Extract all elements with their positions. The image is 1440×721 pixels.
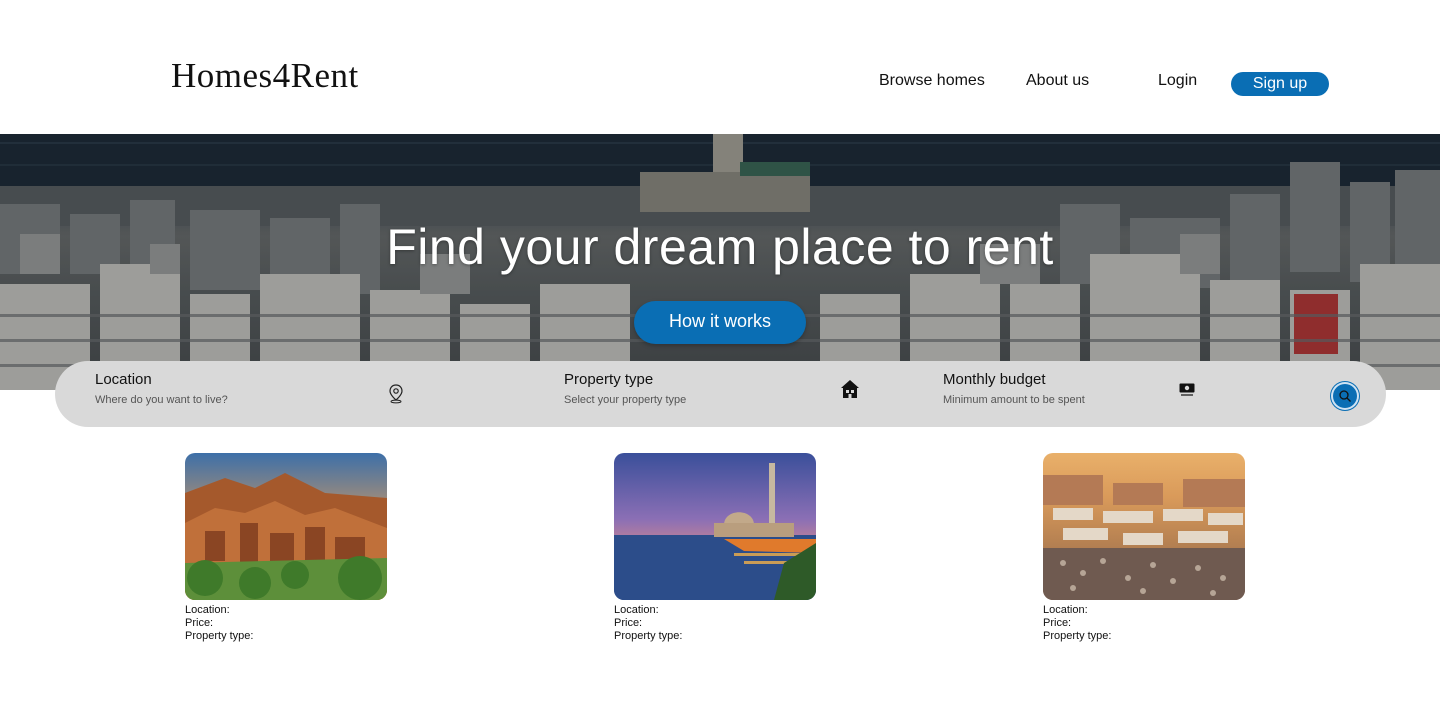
house-icon — [841, 380, 859, 398]
map-pin-icon — [389, 384, 403, 404]
location-field-placeholder[interactable]: Where do you want to live? — [95, 394, 228, 406]
listing-price-label: Price: — [614, 617, 643, 629]
nav-login[interactable]: Login — [1158, 72, 1197, 90]
listing-location-label: Location: — [1043, 604, 1088, 616]
listing-card[interactable]: Location: Price: Property type: — [1043, 453, 1245, 643]
listing-type-label: Property type: — [614, 630, 683, 642]
search-icon — [1339, 390, 1351, 402]
hero-title: Find your dream place to rent — [386, 219, 1054, 275]
listing-location-label: Location: — [185, 604, 230, 616]
nav-about-us[interactable]: About us — [1026, 72, 1089, 90]
signup-button[interactable]: Sign up — [1231, 72, 1329, 96]
listing-card[interactable]: Location: Price: Property type: — [185, 453, 387, 643]
listing-type-label: Property type: — [185, 630, 254, 642]
listing-image-kasbah[interactable] — [185, 453, 387, 600]
listing-card[interactable]: Location: Price: Property type: — [614, 453, 816, 643]
property-type-field-placeholder[interactable]: Select your property type — [564, 394, 686, 406]
location-field-label[interactable]: Location — [95, 371, 152, 388]
money-icon — [1179, 383, 1195, 396]
property-type-field-label[interactable]: Property type — [564, 371, 653, 388]
search-bar: Location Where do you want to live? Prop… — [55, 361, 1386, 427]
budget-field-label[interactable]: Monthly budget — [943, 371, 1046, 388]
how-it-works-button[interactable]: How it works — [634, 301, 806, 344]
listing-type-label: Property type: — [1043, 630, 1112, 642]
listing-price-label: Price: — [185, 617, 214, 629]
listing-price-label: Price: — [1043, 617, 1072, 629]
listing-location-label: Location: — [614, 604, 659, 616]
budget-field-placeholder[interactable]: Minimum amount to be spent — [943, 394, 1085, 406]
listing-image-market-square[interactable] — [1043, 453, 1245, 600]
logo[interactable]: Homes4Rent — [171, 56, 359, 96]
hero-banner: Find your dream place to rent How it wor… — [0, 134, 1440, 390]
listing-image-mosque[interactable] — [614, 453, 816, 600]
search-button[interactable] — [1331, 382, 1359, 410]
site-header: Homes4Rent Browse homes About us Login S… — [0, 0, 1440, 134]
nav-browse-homes[interactable]: Browse homes — [879, 72, 985, 90]
